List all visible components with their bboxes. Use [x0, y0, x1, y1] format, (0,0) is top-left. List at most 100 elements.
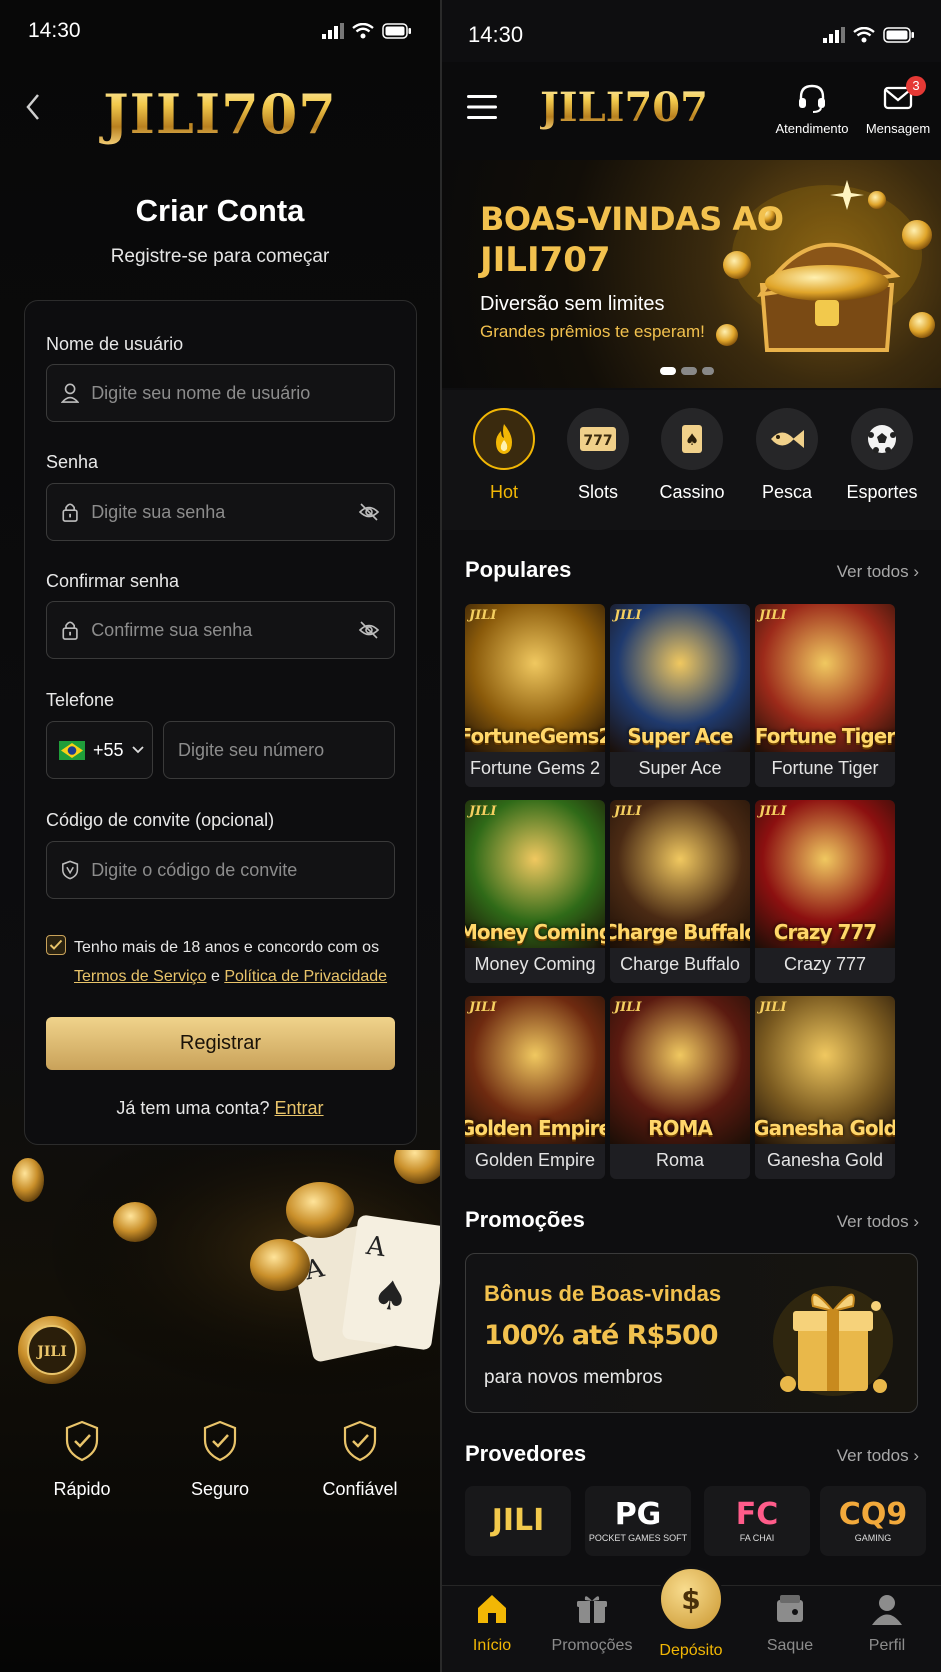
- welcome-banner[interactable]: BOAS-VINDAS AO JILI707 Diversão sem limi…: [442, 160, 941, 388]
- nav-profile[interactable]: Perfil: [842, 1592, 932, 1655]
- nav-deposit-button[interactable]: $: [658, 1566, 724, 1632]
- password-label: Senha: [46, 452, 99, 472]
- nav-label: Saque: [766, 1637, 814, 1654]
- nav-home[interactable]: Início: [447, 1592, 537, 1655]
- promo-subtitle: para novos membros: [484, 1367, 663, 1388]
- confirm-password-field[interactable]: [46, 601, 395, 659]
- banner-dots[interactable]: [660, 367, 714, 375]
- game-tile[interactable]: JILI Golden Empire Golden Empire: [465, 996, 605, 1179]
- eye-off-icon[interactable]: [358, 502, 380, 522]
- support-button[interactable]: Atendimento: [772, 82, 852, 136]
- feature-reliable: Confiável: [300, 1420, 420, 1500]
- phone-field[interactable]: [163, 721, 395, 779]
- register-button[interactable]: Registrar: [46, 1017, 395, 1070]
- promotions-see-all[interactable]: Ver todos ›: [837, 1212, 919, 1232]
- headset-icon: [799, 84, 825, 113]
- page-subtitle: Registre-se para começar: [110, 246, 330, 267]
- game-tile[interactable]: JILI Crazy 777 Crazy 777: [755, 800, 895, 983]
- game-provider-tag: JILI: [759, 1000, 787, 1015]
- wifi-icon: [853, 27, 875, 43]
- game-tile[interactable]: JILI Money Coming Money Coming: [465, 800, 605, 983]
- messages-button[interactable]: Mensagem 3: [858, 76, 938, 136]
- game-tile[interactable]: JILI Fortune Tiger Fortune Tiger: [755, 604, 895, 787]
- category-casino[interactable]: ♠ Cassino: [652, 408, 732, 503]
- home-icon: [478, 1595, 506, 1623]
- see-all-label: Ver todos: [836, 1212, 909, 1231]
- category-label: Slots: [577, 482, 619, 502]
- battery-icon: [382, 23, 411, 39]
- providers-see-all[interactable]: Ver todos ›: [837, 1446, 919, 1466]
- privacy-link[interactable]: Política de Privacidade: [224, 968, 387, 985]
- nav-deposit[interactable]: Depósito: [646, 1642, 736, 1660]
- see-all-label: Ver todos: [836, 562, 909, 581]
- game-tile[interactable]: JILI ROMA Roma: [610, 996, 750, 1179]
- menu-icon[interactable]: [467, 94, 497, 120]
- shield-check-icon: [343, 1420, 377, 1462]
- terms-checkbox[interactable]: [46, 935, 66, 955]
- providers-title: Provedores: [465, 1441, 587, 1466]
- message-badge: 3: [906, 76, 926, 96]
- app-logo: JILI707: [0, 82, 440, 146]
- invite-input[interactable]: [91, 859, 394, 881]
- app-header: JILI707 Atendimento Mensagem 3: [442, 62, 941, 160]
- feature-secure: Seguro: [160, 1420, 280, 1500]
- game-provider-tag: JILI: [759, 804, 787, 819]
- game-art-title: Money Coming: [465, 920, 605, 944]
- invite-field[interactable]: [46, 841, 395, 899]
- provider-cq9[interactable]: CQ9 GAMING: [820, 1486, 926, 1556]
- game-provider-tag: JILI: [759, 608, 787, 623]
- provider-fc[interactable]: FC FA CHAI: [704, 1486, 810, 1556]
- gift-box-icon: [773, 1286, 893, 1396]
- fire-icon: [496, 424, 512, 454]
- welcome-bonus-card[interactable]: Bônus de Boas-vindas 100% até R$500 para…: [465, 1253, 918, 1413]
- feature-label: Confiável: [322, 1479, 398, 1499]
- game-provider-tag: JILI: [614, 804, 642, 819]
- nav-promotions[interactable]: Promoções: [547, 1592, 637, 1655]
- game-tile[interactable]: JILI Super Ace Super Ace: [610, 604, 750, 787]
- game-tile[interactable]: JILI Ganesha Gold Ganesha Gold: [755, 996, 895, 1179]
- lock-icon: [62, 503, 78, 522]
- game-tile[interactable]: JILI FortuneGems2 Fortune Gems 2: [465, 604, 605, 787]
- game-name: Super Ace: [638, 758, 722, 778]
- signal-icon: [322, 23, 344, 39]
- category-slots[interactable]: 777 Slots: [558, 408, 638, 503]
- provider-pg[interactable]: PG POCKET GAMES SOFT: [585, 1486, 691, 1556]
- username-field[interactable]: [46, 364, 395, 422]
- dot: [681, 367, 697, 375]
- popular-see-all[interactable]: Ver todos ›: [837, 562, 919, 582]
- dot: [702, 367, 714, 375]
- status-time: 14:30: [28, 19, 81, 42]
- password-input[interactable]: [91, 501, 394, 523]
- login-prompt: Já tem uma conta? Entrar: [0, 1098, 440, 1119]
- svg-text:♠: ♠: [370, 1271, 412, 1322]
- terms-link[interactable]: Termos de Serviço: [74, 968, 207, 985]
- category-hot[interactable]: Hot: [464, 408, 544, 503]
- gift-icon: [577, 1596, 607, 1623]
- register-screen: 14:30 JILI707 Criar Conta Registre-se pa…: [0, 0, 440, 1672]
- nav-withdraw[interactable]: Saque: [745, 1592, 835, 1655]
- chip-text: JILI: [35, 1344, 67, 1360]
- category-fishing[interactable]: Pesca: [747, 408, 827, 503]
- chevron-right-icon: ›: [913, 562, 919, 581]
- password-field[interactable]: [46, 483, 395, 541]
- country-code-select[interactable]: +55: [46, 721, 153, 779]
- provider-jili[interactable]: JILI: [465, 1486, 571, 1556]
- check-icon: [49, 939, 63, 950]
- login-link[interactable]: Entrar: [275, 1098, 324, 1118]
- shield-check-icon: [203, 1420, 237, 1462]
- eye-off-icon[interactable]: [358, 620, 380, 640]
- user-icon: [872, 1595, 902, 1625]
- game-provider-tag: JILI: [469, 608, 497, 623]
- confirm-password-input[interactable]: [91, 619, 394, 641]
- phone-input[interactable]: [178, 739, 394, 761]
- banner-subtitle-1: Diversão sem limites: [480, 293, 665, 315]
- user-icon: [61, 383, 80, 403]
- game-tile[interactable]: JILI Charge Buffalo Charge Buffalo: [610, 800, 750, 983]
- svg-text:777: 777: [583, 433, 612, 449]
- username-input[interactable]: [91, 382, 394, 404]
- chevron-right-icon: ›: [913, 1212, 919, 1231]
- category-sports[interactable]: Esportes: [840, 408, 924, 503]
- chevron-down-icon: [131, 746, 144, 754]
- provider-logo: FC: [735, 1497, 779, 1532]
- game-name: Golden Empire: [474, 1150, 596, 1170]
